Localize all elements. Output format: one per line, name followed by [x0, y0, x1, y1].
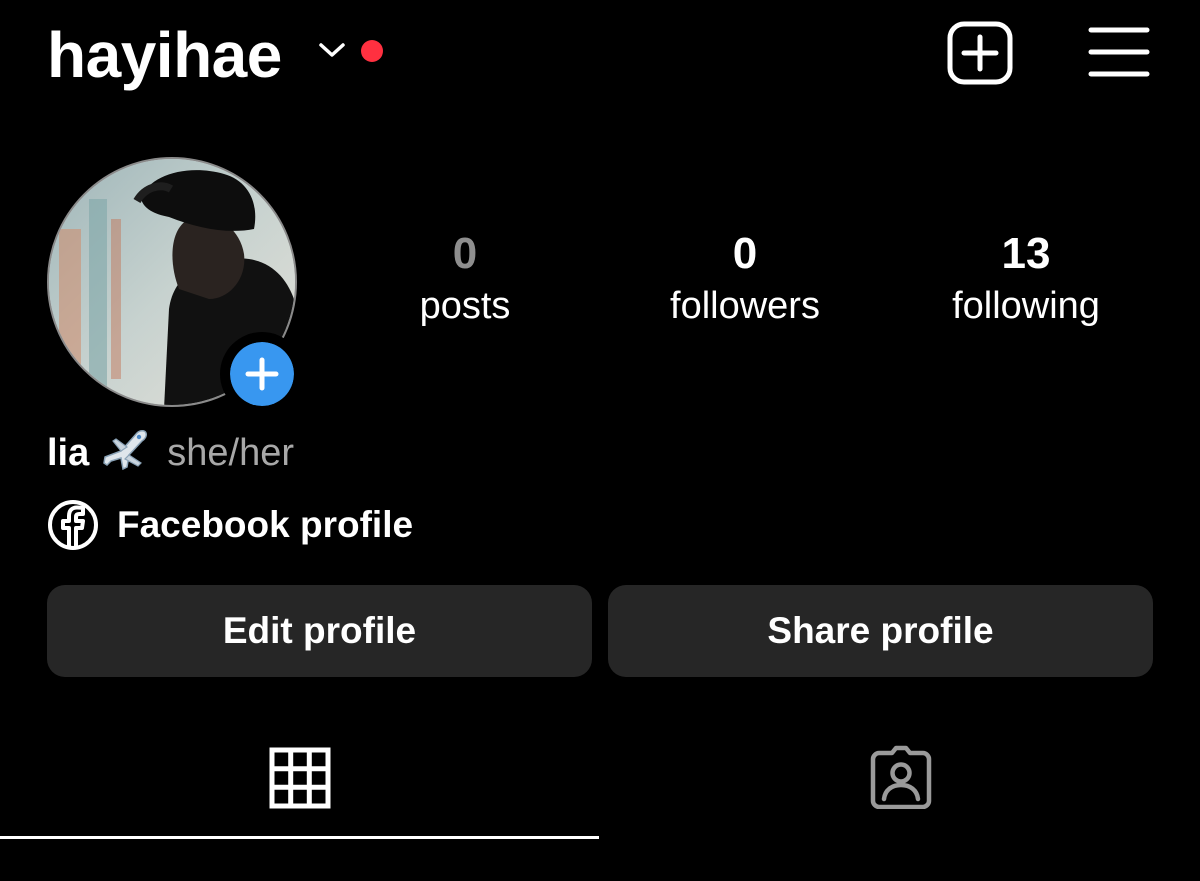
add-story-button[interactable] [220, 332, 304, 416]
share-profile-button[interactable]: Share profile [608, 585, 1153, 677]
display-name: lia [47, 432, 90, 474]
followers-label: followers [670, 285, 820, 327]
facebook-profile-link[interactable]: Facebook profile [47, 497, 413, 553]
followers-stat[interactable]: 0 followers [615, 226, 875, 330]
notification-dot [361, 40, 383, 62]
posts-label: posts [419, 285, 511, 327]
chevron-down-icon[interactable] [318, 40, 346, 60]
tab-posts-grid[interactable] [0, 745, 599, 815]
following-count: 13 [1001, 229, 1051, 278]
edit-profile-button[interactable]: Edit profile [47, 585, 592, 677]
tagged-person-icon [870, 745, 931, 809]
hamburger-menu-icon [1088, 27, 1150, 77]
facebook-icon [48, 500, 98, 550]
followers-count: 0 [732, 229, 758, 278]
airplane-emoji-icon [103, 430, 148, 471]
tab-tagged[interactable] [601, 745, 1200, 815]
bio-line: lia she/her [47, 424, 294, 482]
profile-username[interactable]: hayihae [47, 16, 282, 94]
posts-count: 0 [452, 229, 478, 278]
new-post-button[interactable] [946, 21, 1014, 85]
menu-button[interactable] [1088, 26, 1150, 78]
pronouns: she/her [167, 432, 294, 474]
posts-stat: 0 posts [335, 226, 595, 330]
following-stat[interactable]: 13 following [896, 226, 1156, 330]
following-label: following [952, 285, 1100, 327]
facebook-profile-label: Facebook profile [117, 504, 414, 545]
plus-circle-icon [230, 342, 294, 406]
plus-square-icon [947, 21, 1013, 85]
active-tab-indicator [0, 836, 599, 839]
grid-icon [269, 747, 330, 809]
